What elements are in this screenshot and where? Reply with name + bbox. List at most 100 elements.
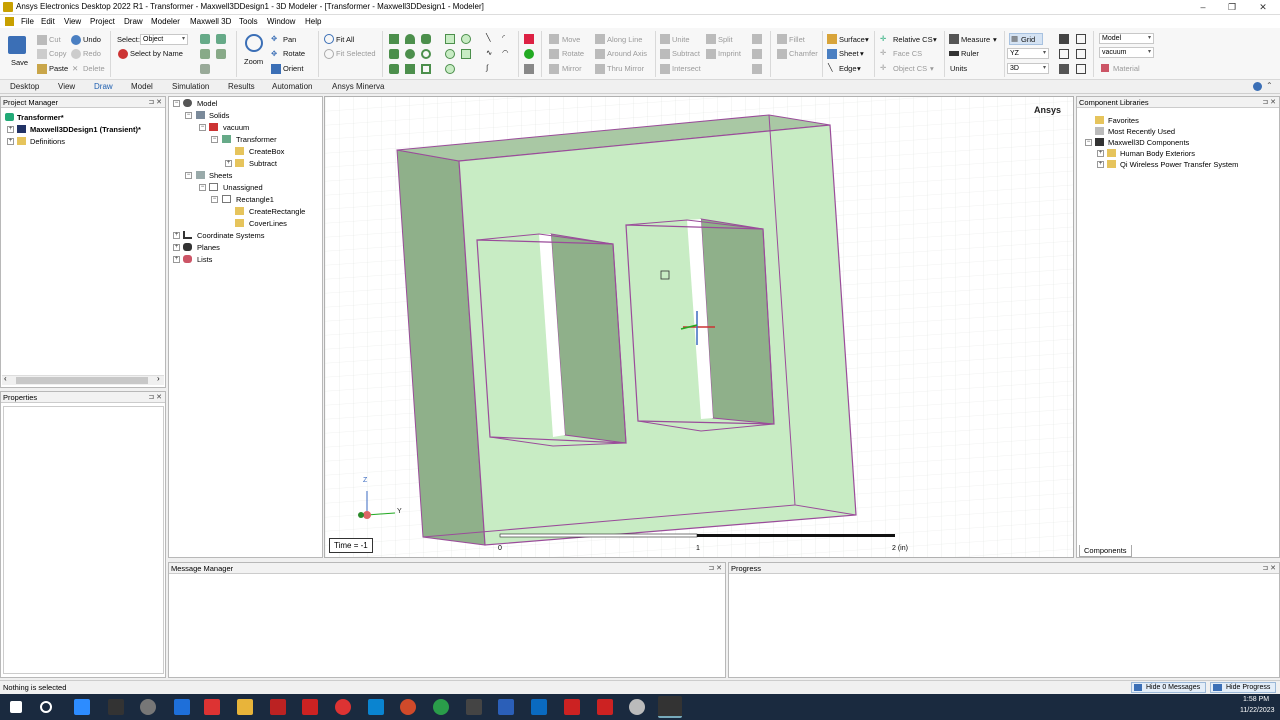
- expand-icon[interactable]: +: [173, 244, 180, 251]
- app-icon-5[interactable]: [466, 699, 482, 715]
- move-button[interactable]: Move: [562, 35, 580, 44]
- ruler-button[interactable]: Ruler: [961, 49, 979, 58]
- region-icon[interactable]: [524, 64, 534, 74]
- chevron-down-icon[interactable]: ▾: [860, 49, 864, 58]
- tab-ansys-minerva[interactable]: Ansys Minerva: [332, 82, 384, 91]
- file-explorer-icon[interactable]: [237, 699, 253, 715]
- tree-coordinate-systems[interactable]: Coordinate Systems: [197, 231, 265, 240]
- plane-icon[interactable]: [524, 49, 534, 59]
- boolean-extra-icon-3[interactable]: [752, 64, 762, 74]
- fit-selected-button[interactable]: Fit Selected: [336, 49, 376, 58]
- powerpoint-icon[interactable]: [400, 699, 416, 715]
- tab-simulation[interactable]: Simulation: [172, 82, 209, 91]
- tree-create-rectangle[interactable]: CreateRectangle: [249, 207, 305, 216]
- tree-transformer[interactable]: Transformer: [236, 135, 277, 144]
- boolean-extra-icon-2[interactable]: [752, 49, 762, 59]
- zoom-app-icon[interactable]: [74, 699, 90, 715]
- chrome-icon[interactable]: [433, 699, 449, 715]
- collapse-icon[interactable]: −: [173, 100, 180, 107]
- app-icon[interactable]: [108, 699, 124, 715]
- draw-arc-icon[interactable]: ◜: [502, 33, 505, 42]
- project-node[interactable]: Transformer*: [17, 113, 64, 122]
- panel-close-icon[interactable]: ⊐ ✕: [148, 97, 162, 108]
- menu-view[interactable]: View: [64, 17, 81, 26]
- expand-icon[interactable]: +: [7, 126, 14, 133]
- panel-close-icon[interactable]: ⊐ ✕: [708, 563, 722, 574]
- cut-button[interactable]: Cut: [49, 35, 61, 44]
- chevron-down-icon[interactable]: ▾: [930, 64, 934, 73]
- tab-view[interactable]: View: [58, 82, 75, 91]
- chevron-down-icon[interactable]: ▾: [993, 35, 997, 44]
- expand-icon[interactable]: +: [7, 138, 14, 145]
- select-by-name-button[interactable]: Select by Name: [130, 49, 183, 58]
- mirror-button[interactable]: Mirror: [562, 64, 582, 73]
- lib-qi-wireless[interactable]: Qi Wireless Power Transfer System: [1120, 160, 1238, 169]
- app-icon-2[interactable]: [140, 699, 156, 715]
- lib-favorites[interactable]: Favorites: [1108, 116, 1139, 125]
- tree-unassigned[interactable]: Unassigned: [223, 183, 263, 192]
- search-icon[interactable]: [40, 701, 52, 713]
- lib-recent[interactable]: Most Recently Used: [1108, 127, 1175, 136]
- draw-center-arc-icon[interactable]: ◠: [502, 48, 509, 57]
- tab-desktop[interactable]: Desktop: [10, 82, 39, 91]
- tree-vacuum[interactable]: vacuum: [223, 123, 249, 132]
- rotate-view-button[interactable]: Rotate: [283, 49, 305, 58]
- menu-project[interactable]: Project: [90, 17, 115, 26]
- app-icon-7[interactable]: [597, 699, 613, 715]
- orient-button[interactable]: Orient: [283, 64, 303, 73]
- menu-window[interactable]: Window: [267, 17, 295, 26]
- fit-all-button[interactable]: Fit All: [336, 35, 354, 44]
- close-icon[interactable]: ✕: [1256, 1, 1270, 14]
- rotate-button[interactable]: Rotate: [562, 49, 584, 58]
- expand-icon[interactable]: +: [173, 232, 180, 239]
- drawing-mode-combo[interactable]: 3D: [1007, 63, 1049, 74]
- along-line-button[interactable]: Along Line: [607, 35, 642, 44]
- draw-regular-polygon-icon[interactable]: [461, 49, 471, 59]
- tab-components[interactable]: Components: [1079, 545, 1132, 557]
- collapse-icon[interactable]: −: [199, 184, 206, 191]
- draw-box-icon[interactable]: [389, 34, 399, 44]
- dropbox-icon[interactable]: [174, 699, 190, 715]
- tab-automation[interactable]: Automation: [272, 82, 312, 91]
- chevron-down-icon[interactable]: ▾: [857, 64, 861, 73]
- matlab-icon[interactable]: [270, 699, 286, 715]
- tab-draw[interactable]: Draw: [94, 82, 113, 91]
- app-icon-4[interactable]: [302, 699, 318, 715]
- tree-planes[interactable]: Planes: [197, 243, 220, 252]
- view-icon-6[interactable]: [1076, 64, 1086, 74]
- draw-equation-surface-icon[interactable]: [445, 64, 455, 74]
- expand-icon[interactable]: +: [173, 256, 180, 263]
- save-button[interactable]: Save: [11, 58, 28, 67]
- boolean-extra-icon[interactable]: [752, 34, 762, 44]
- pan-button[interactable]: Pan: [283, 35, 296, 44]
- zoom-icon[interactable]: [245, 34, 263, 52]
- word-icon[interactable]: [498, 699, 514, 715]
- media-player-icon[interactable]: [335, 699, 351, 715]
- undo-button[interactable]: Undo: [83, 35, 101, 44]
- thru-mirror-button[interactable]: Thru Mirror: [607, 64, 644, 73]
- draw-spline-icon[interactable]: ∿: [486, 48, 492, 57]
- ribbon-collapse-icon[interactable]: ⌃: [1266, 81, 1273, 90]
- panel-close-icon[interactable]: ⊐ ✕: [148, 392, 162, 403]
- expand-icon[interactable]: +: [1097, 161, 1104, 168]
- tree-create-box[interactable]: CreateBox: [249, 147, 284, 156]
- measure-menu[interactable]: Measure: [961, 35, 990, 44]
- draw-helix-icon[interactable]: [421, 49, 431, 59]
- draw-torus-icon[interactable]: [421, 34, 431, 44]
- material-button[interactable]: Material: [1113, 64, 1140, 73]
- view-icon-3[interactable]: [1059, 49, 1069, 59]
- chevron-down-icon[interactable]: ▾: [865, 35, 869, 44]
- object-cs-menu[interactable]: Object CS: [893, 64, 927, 73]
- settings-icon[interactable]: [629, 699, 645, 715]
- collapse-icon[interactable]: −: [211, 196, 218, 203]
- copy-button[interactable]: Copy: [49, 49, 67, 58]
- viewport-canvas[interactable]: [325, 97, 1074, 558]
- collapse-icon[interactable]: −: [185, 172, 192, 179]
- hide-messages-button[interactable]: Hide 0 Messages: [1131, 682, 1206, 693]
- expand-icon[interactable]: +: [225, 160, 232, 167]
- face-cs-button[interactable]: Face CS: [893, 49, 922, 58]
- electronics-desktop-icon[interactable]: [658, 696, 682, 718]
- windows-start-icon[interactable]: [10, 701, 22, 713]
- delete-button[interactable]: Delete: [83, 64, 105, 73]
- tree-lists[interactable]: Lists: [197, 255, 212, 264]
